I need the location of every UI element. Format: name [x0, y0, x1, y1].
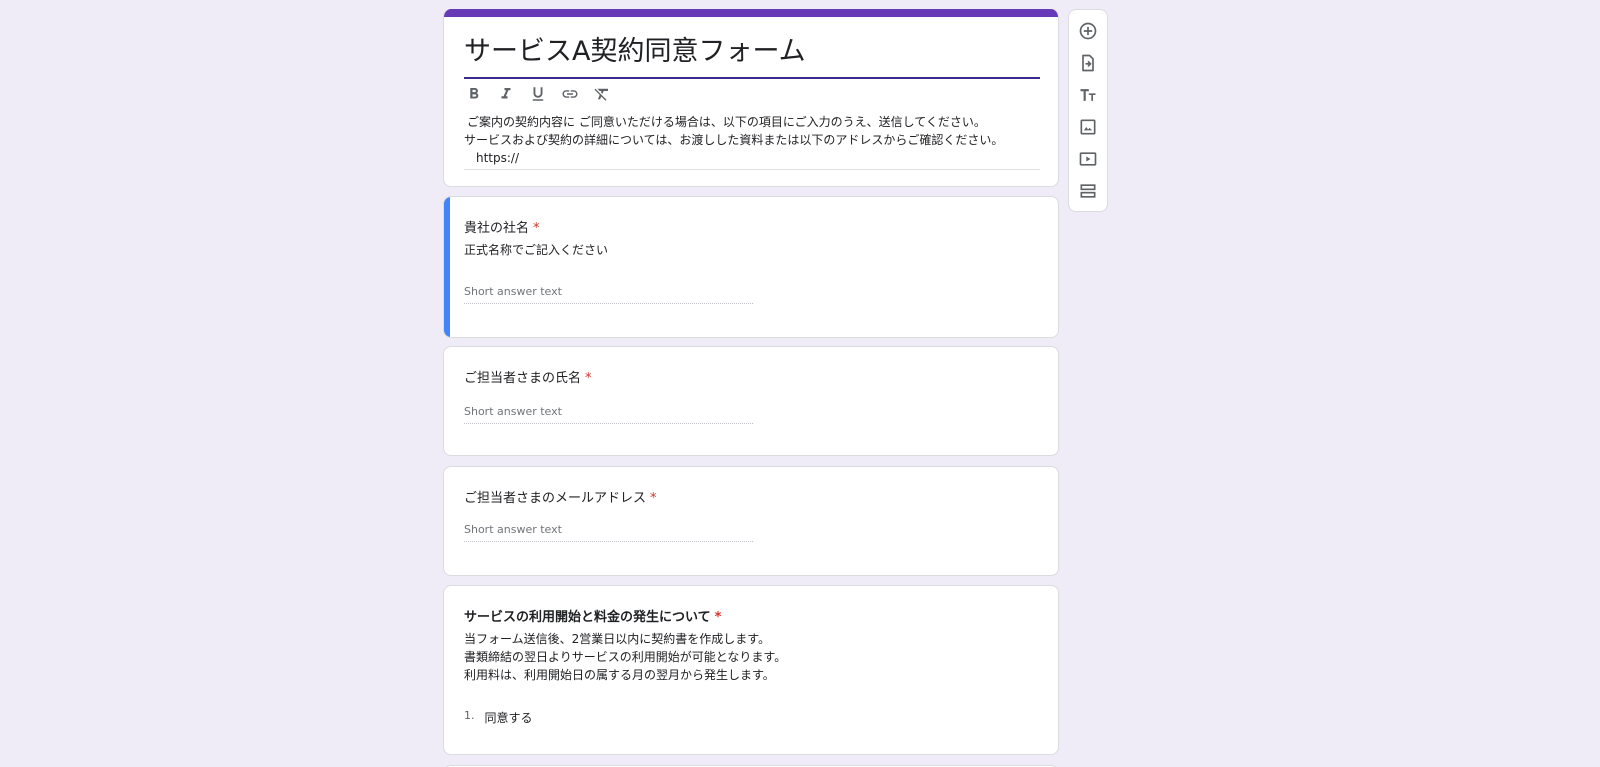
- option-label: 同意する: [484, 711, 533, 725]
- required-mark: *: [650, 491, 657, 506]
- form-title-card[interactable]: サービスA契約同意フォーム ご案内の契約内容に ご同意いただける場合は、以下の項…: [443, 9, 1059, 187]
- add-video-icon[interactable]: [1076, 147, 1100, 171]
- question-card-email[interactable]: ご担当者さまのメールアドレス * Short answer text: [443, 466, 1059, 576]
- add-title-icon[interactable]: [1076, 83, 1100, 107]
- format-toolbar: [462, 79, 614, 109]
- question-help-text: 当フォーム送信後、2営業日以内に契約書を作成します。 書類締結の翌日よりサービス…: [464, 630, 786, 684]
- help-line: 利用料は、利用開始日の属する月の翌月から発生します。: [464, 668, 775, 682]
- short-answer-field[interactable]: Short answer text: [464, 285, 753, 304]
- option-number: 1.: [464, 709, 475, 722]
- link-icon[interactable]: [558, 82, 582, 106]
- add-image-icon[interactable]: [1076, 115, 1100, 139]
- form-description[interactable]: ご案内の契約内容に ご同意いただける場合は、以下の項目にご入力のうえ、送信してく…: [464, 113, 1040, 170]
- short-answer-field[interactable]: Short answer text: [464, 523, 753, 542]
- question-card-terms[interactable]: サービスの利用開始と料金の発生について * 当フォーム送信後、2営業日以内に契約書…: [443, 585, 1059, 755]
- question-title: サービスの利用開始と料金の発生について *: [464, 606, 721, 625]
- required-mark: *: [714, 610, 722, 625]
- question-help-text: 正式名称でご記入ください: [464, 241, 608, 259]
- option-item[interactable]: 1. 同意する: [464, 709, 533, 726]
- add-question-icon[interactable]: [1076, 19, 1100, 43]
- side-toolbar: [1068, 9, 1108, 212]
- question-title-text: ご担当者さまのメールアドレス: [464, 491, 647, 506]
- question-title-text: サービスの利用開始と料金の発生について: [464, 610, 711, 625]
- question-card-name[interactable]: ご担当者さまの氏名 * Short answer text: [443, 346, 1059, 456]
- help-line: 正式名称でご記入ください: [464, 243, 609, 257]
- import-questions-icon[interactable]: [1076, 51, 1100, 75]
- italic-icon[interactable]: [494, 82, 518, 106]
- description-line: ご案内の契約内容に ご同意いただける場合は、以下の項目にご入力のうえ、送信してく…: [467, 115, 986, 129]
- help-line: 書類締結の翌日よりサービスの利用開始が可能となります。: [464, 650, 787, 664]
- underline-icon[interactable]: [526, 82, 550, 106]
- description-url: https://: [476, 151, 520, 165]
- question-title: ご担当者さまの氏名 *: [464, 367, 592, 386]
- form-title[interactable]: サービスA契約同意フォーム: [464, 31, 1040, 79]
- description-line: サービスおよび契約の詳細については、お渡しした資料または以下のアドレスからご確認…: [464, 133, 1004, 147]
- clear-format-icon[interactable]: [590, 82, 614, 106]
- question-title-text: 貴社の社名: [464, 221, 530, 236]
- bold-icon[interactable]: [462, 82, 486, 106]
- short-answer-field[interactable]: Short answer text: [464, 405, 753, 424]
- help-line: 当フォーム送信後、2営業日以内に契約書を作成します。: [464, 632, 771, 646]
- question-card-company[interactable]: 貴社の社名 * 正式名称でご記入ください Short answer text: [443, 196, 1059, 338]
- question-title: ご担当者さまのメールアドレス *: [464, 487, 657, 506]
- theme-bar: [444, 9, 1058, 17]
- required-mark: *: [585, 371, 592, 386]
- question-title: 貴社の社名 *: [464, 217, 540, 236]
- required-mark: *: [533, 221, 540, 236]
- question-title-text: ご担当者さまの氏名: [464, 371, 582, 386]
- add-section-icon[interactable]: [1076, 179, 1100, 203]
